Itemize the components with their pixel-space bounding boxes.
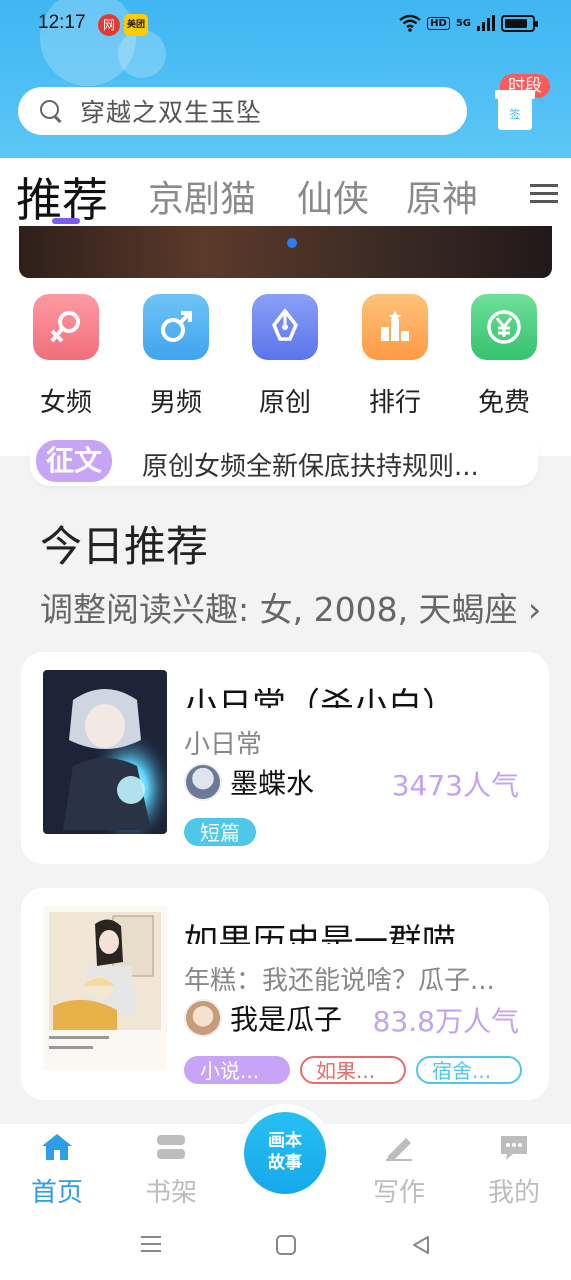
book-tag[interactable]: 如果... [300, 1056, 406, 1084]
home-icon [42, 1134, 72, 1160]
meituan-app-icon: 美团 [124, 14, 148, 36]
category-ranking[interactable]: 排行 [362, 294, 428, 419]
book-title: 小日常（杀小白） [184, 686, 456, 708]
netease-app-icon: 网 [98, 14, 120, 36]
carousel-indicator [287, 238, 297, 248]
search-icon [40, 100, 62, 122]
female-icon [33, 294, 99, 360]
create-story-label-line2: 故事 [268, 1153, 302, 1173]
nav-write[interactable]: 写作 [359, 1132, 439, 1209]
tab-genshin[interactable]: 原神 [406, 170, 478, 222]
status-time: 12:17 [38, 12, 86, 33]
popularity-count: 83.8万人气 [372, 1005, 519, 1038]
tag-list: 小说... 如果... 宿舍... [184, 1056, 522, 1084]
category-tabs: 推荐 京剧猫 仙侠 原神 [0, 158, 571, 227]
search-placeholder: 穿越之双生玉坠 [80, 98, 263, 127]
contest-badge: 征文 [36, 440, 113, 482]
book-tag[interactable]: 宿舍... [416, 1056, 522, 1084]
create-story-label-line1: 画本 [268, 1131, 302, 1151]
avatar [184, 763, 222, 801]
yen-icon [471, 294, 537, 360]
nav-label: 写作 [372, 1178, 425, 1208]
announcement-bar[interactable]: 征文 原创女频全新保底扶持规则... [30, 440, 538, 486]
pencil-icon [386, 1138, 412, 1161]
nav-label: 书架 [144, 1178, 197, 1208]
tab-menu-icon[interactable] [512, 178, 562, 210]
tab-xianxia[interactable]: 仙侠 [297, 170, 369, 222]
hd-icon: HD [427, 16, 450, 30]
category-male[interactable]: 男频 [143, 294, 209, 419]
book-cover-image [43, 670, 167, 834]
male-icon [143, 294, 209, 360]
nav-home[interactable]: 首页 [17, 1132, 97, 1209]
bookshelf-icon [157, 1135, 185, 1159]
tag-list: 短篇 [184, 818, 256, 846]
ranking-icon [362, 294, 428, 360]
category-label: 排行 [368, 388, 421, 418]
menu-icon[interactable] [140, 1234, 162, 1254]
category-female[interactable]: 女频 [33, 294, 99, 419]
book-cover-image [43, 906, 167, 1070]
nav-label: 我的 [487, 1178, 540, 1208]
book-card[interactable]: 如果历史是一群喵 年糕：我还能说啥？瓜子... 我是瓜子 83.8万人气 小说.… [21, 888, 549, 1100]
book-description: 小日常 [184, 730, 263, 760]
book-title: 如果历史是一群喵 [184, 922, 456, 944]
category-label: 男频 [149, 388, 202, 418]
popularity-count: 3473人气 [391, 769, 519, 802]
author-name: 墨蝶水 [230, 767, 315, 800]
app-header: 12:17 网 美团 HD 5G 穿越之双生玉坠 时段 签 [0, 0, 571, 158]
system-nav-bar [0, 1220, 571, 1280]
avatar [184, 999, 222, 1037]
status-bar: 12:17 网 美团 HD 5G [0, 0, 571, 50]
book-tag[interactable]: 小说... [184, 1056, 290, 1084]
network-type-label: 5G [455, 17, 471, 29]
author-name: 我是瓜子 [230, 1003, 343, 1036]
book-tag[interactable]: 短篇 [184, 818, 256, 846]
category-label: 原创 [258, 388, 311, 418]
nav-bookshelf[interactable]: 书架 [131, 1132, 211, 1209]
book-description: 年糕：我还能说啥？瓜子... [184, 966, 495, 996]
system-icons: HD 5G [399, 14, 538, 32]
category-label: 免费 [477, 388, 530, 418]
create-story-button[interactable]: 画本 故事 [244, 1112, 326, 1194]
search-bar[interactable]: 穿越之双生玉坠 [18, 87, 467, 135]
battery-icon [501, 14, 538, 32]
home-square-icon[interactable] [275, 1234, 297, 1256]
book-card[interactable]: 小日常（杀小白） 小日常 墨蝶水 3473人气 短篇 [21, 652, 549, 864]
active-tab-indicator [52, 218, 80, 224]
banner-carousel[interactable] [19, 226, 552, 278]
announcement-text: 原创女频全新保底扶持规则... [142, 452, 479, 482]
section-title: 今日推荐 [40, 522, 209, 571]
daily-checkin-gift[interactable]: 时段 签 [495, 72, 560, 142]
tab-jingju-cat[interactable]: 京剧猫 [148, 170, 256, 222]
author-info[interactable]: 我是瓜子 [184, 998, 342, 1038]
category-label: 女频 [39, 388, 92, 418]
wifi-icon [399, 14, 421, 32]
signal-icon [477, 15, 495, 31]
author-info[interactable]: 墨蝶水 [184, 762, 314, 802]
nav-mine[interactable]: 我的 [474, 1132, 554, 1209]
nav-label: 首页 [30, 1178, 83, 1208]
category-original[interactable]: 原创 [252, 294, 318, 419]
chat-bubble-icon [501, 1136, 527, 1160]
back-icon[interactable] [410, 1234, 432, 1256]
gift-box-icon: 签 [495, 90, 535, 130]
interest-settings-link[interactable]: 调整阅读兴趣: 女, 2008, 天蝎座 › [40, 583, 541, 631]
pen-nib-icon [252, 294, 318, 360]
category-free[interactable]: 免费 [471, 294, 537, 419]
